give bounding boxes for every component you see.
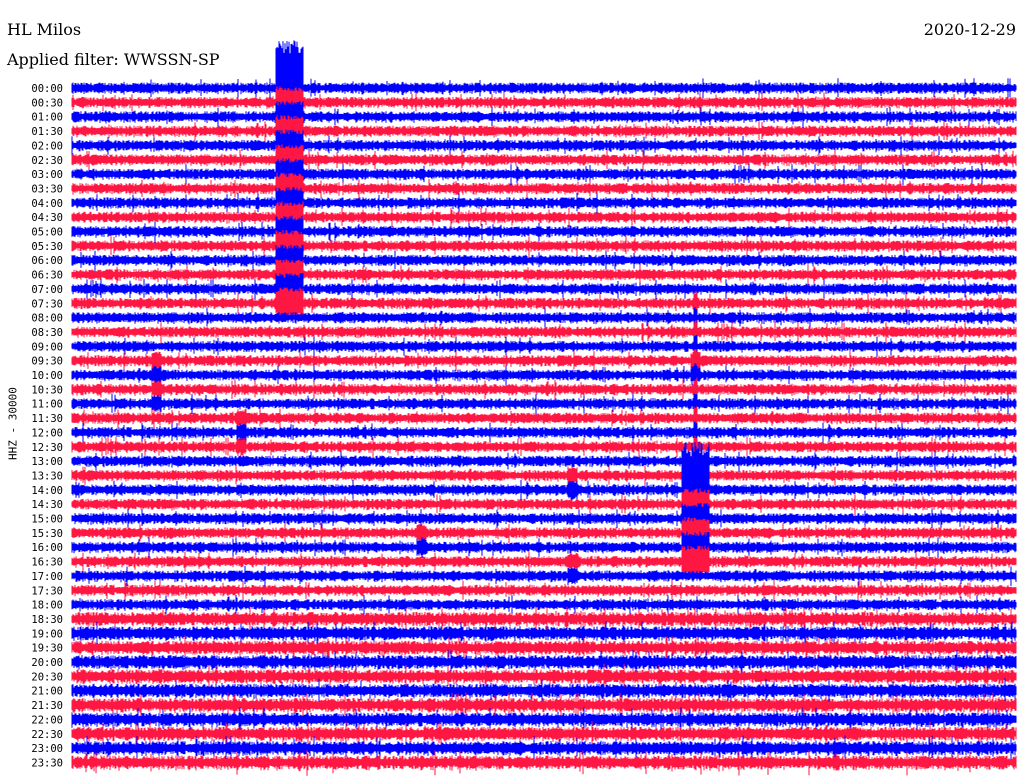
trace-group xyxy=(71,40,1017,776)
row-time-label: 20:30 xyxy=(31,671,63,683)
row-time-label: 08:30 xyxy=(31,327,63,339)
row-time-label: 10:00 xyxy=(31,370,63,382)
row-time-label: 01:30 xyxy=(31,126,63,138)
station-title: HL Milos xyxy=(7,20,82,39)
row-time-label: 02:30 xyxy=(31,155,63,167)
tick-label-group: 00:00 00:30 01:00 01:30 02:00 02:30 03:00 03:30… xyxy=(31,83,63,769)
row-time-label: 14:00 xyxy=(31,485,63,497)
row-time-label: 20:00 xyxy=(31,657,63,669)
row-time-label: 00:30 xyxy=(31,97,63,109)
trace-row-1030 xyxy=(71,377,1017,401)
trace-row-1300 xyxy=(71,449,1017,474)
row-time-label: 03:30 xyxy=(31,183,63,195)
row-time-label: 07:30 xyxy=(31,298,63,310)
row-time-label: 05:30 xyxy=(31,241,63,253)
row-time-label: 12:00 xyxy=(31,427,63,439)
row-time-label: 10:30 xyxy=(31,384,63,396)
row-time-label: 21:30 xyxy=(31,700,63,712)
trace-row-1330 xyxy=(71,464,1017,488)
row-time-label: 18:30 xyxy=(31,614,63,626)
trace-row-1800 xyxy=(71,595,1017,615)
row-time-label: 22:00 xyxy=(31,714,63,726)
row-time-label: 16:00 xyxy=(31,542,63,554)
trace-row-1730 xyxy=(71,580,1017,602)
row-time-label: 17:00 xyxy=(31,571,63,583)
row-time-label: 13:30 xyxy=(31,470,63,482)
row-time-label: 18:00 xyxy=(31,600,63,612)
date-label: 2020-12-29 xyxy=(923,20,1016,39)
row-time-label: 11:30 xyxy=(31,413,63,425)
row-time-label: 05:00 xyxy=(31,227,63,239)
row-time-label: 06:30 xyxy=(31,270,63,282)
row-time-label: 23:00 xyxy=(31,743,63,755)
row-time-label: 21:00 xyxy=(31,686,63,698)
row-time-label: 15:30 xyxy=(31,528,63,540)
y-axis-label: HHZ - 30000 xyxy=(6,387,20,460)
row-time-label: 19:30 xyxy=(31,643,63,655)
filter-subtitle: Applied filter: WWSSN-SP xyxy=(7,50,220,69)
trace-row-1230 xyxy=(71,435,1017,460)
trace-row-1700 xyxy=(71,566,1017,587)
row-time-label: 16:30 xyxy=(31,557,63,569)
row-time-label: 11:00 xyxy=(31,399,63,411)
row-time-label: 17:30 xyxy=(31,585,63,597)
trace-row-1100 xyxy=(71,393,1017,416)
row-time-label: 03:00 xyxy=(31,169,63,181)
row-time-label: 12:30 xyxy=(31,442,63,454)
trace-row-1200 xyxy=(71,421,1017,445)
row-time-label: 06:00 xyxy=(31,255,63,267)
row-time-label: 13:00 xyxy=(31,456,63,468)
trace-row-0800 xyxy=(71,307,1017,329)
row-time-label: 01:00 xyxy=(31,112,63,124)
row-time-label: 09:00 xyxy=(31,341,63,353)
row-time-label: 09:30 xyxy=(31,356,63,368)
row-time-label: 14:30 xyxy=(31,499,63,511)
row-time-label: 02:00 xyxy=(31,140,63,152)
row-time-label: 07:00 xyxy=(31,284,63,296)
trace-row-0900 xyxy=(71,334,1017,359)
seismogram-plot: 00:00 00:30 01:00 01:30 02:00 02:30 03:00 03:30… xyxy=(31,40,1017,776)
row-time-label: 19:00 xyxy=(31,628,63,640)
row-time-label: 00:00 xyxy=(31,83,63,95)
row-time-label: 15:00 xyxy=(31,514,63,526)
row-time-label: 23:30 xyxy=(31,757,63,769)
row-time-label: 04:00 xyxy=(31,198,63,210)
row-time-label: 22:30 xyxy=(31,729,63,741)
row-time-label: 08:00 xyxy=(31,313,63,325)
row-time-label: 04:30 xyxy=(31,212,63,224)
